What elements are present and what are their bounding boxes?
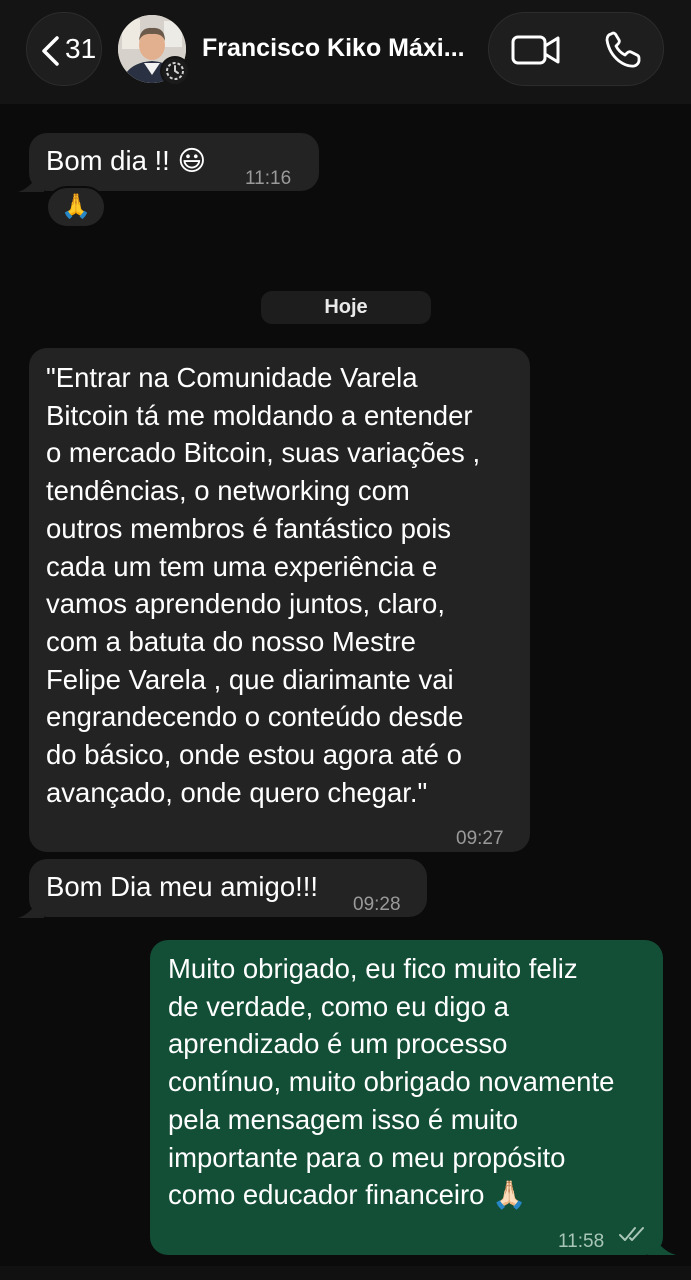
chevron-left-icon [42,36,59,66]
message-text: Bom dia !! 😃 [46,145,207,176]
bottom-edge [0,1266,691,1280]
message-time: 11:58 [558,1231,605,1252]
call-actions [488,12,664,86]
incoming-message[interactable]: Bom dia !! 😃 11:16 [29,133,319,191]
message-time: 11:16 [245,168,292,189]
message-text: Bom Dia meu amigo!!! [46,871,319,902]
incoming-message[interactable]: Bom Dia meu amigo!!! 09:28 [29,859,427,917]
incoming-message[interactable]: "Entrar na Comunidade Varela Bitcoin tá … [29,348,530,852]
back-button[interactable]: 31 [26,12,102,86]
message-text: Muito obrigado, eu fico muito feliz de v… [168,953,615,1211]
message-time: 09:28 [353,894,401,915]
contact-name[interactable]: Francisco Kiko Máxi... [202,34,465,63]
date-separator: Hoje [261,291,431,324]
status-icon [160,56,190,86]
message-time: 09:27 [456,828,504,849]
unread-count: 31 [65,33,97,64]
double-check-icon [619,1227,644,1241]
message-text: "Entrar na Comunidade Varela Bitcoin tá … [46,362,481,808]
outgoing-message[interactable]: Muito obrigado, eu fico muito feliz de v… [150,940,663,1255]
video-call-icon[interactable] [511,31,561,69]
message-reaction[interactable]: 🙏 [46,186,106,228]
chat-header: 31 Francisco Kiko Máxi... [0,0,691,104]
phone-call-icon[interactable] [603,31,643,69]
